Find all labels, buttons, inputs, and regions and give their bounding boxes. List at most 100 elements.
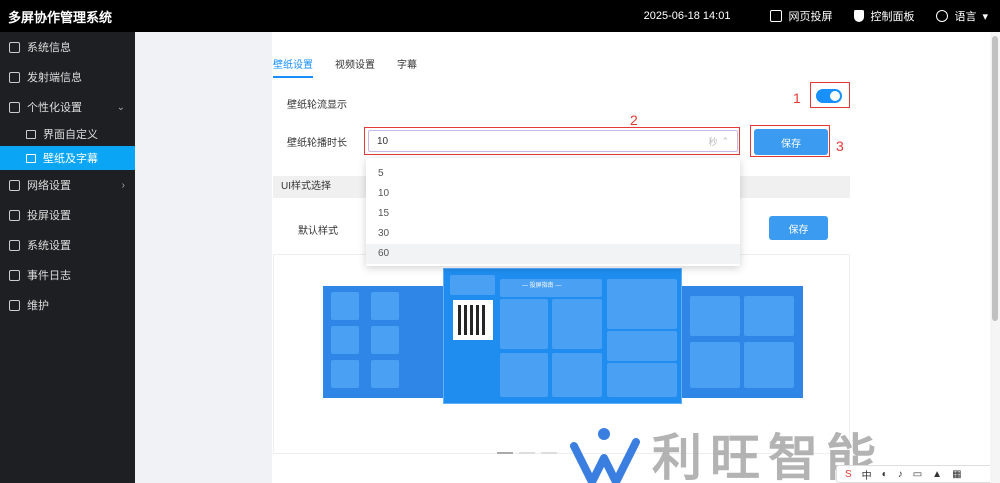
sidebar-item-system-info[interactable]: 系统信息 (0, 32, 135, 62)
style-save-button[interactable]: 保存 (769, 216, 828, 240)
preview-tile (331, 292, 359, 320)
sidebar-item-event-log[interactable]: 事件日志 (0, 260, 135, 290)
sidebar-item-label: 事件日志 (27, 270, 71, 282)
monitor-icon (9, 299, 20, 311)
preview-tile (552, 299, 602, 349)
ime-logo-icon: S (845, 468, 852, 480)
annotation-number-3: 3 (836, 138, 844, 154)
web-projection-button[interactable]: 网页投屏 (770, 8, 832, 24)
sidebar-item-network[interactable]: 网络设置 › (0, 170, 135, 200)
carousel-dots (497, 452, 557, 454)
preview-tile (331, 326, 359, 354)
brand-logo-icon (570, 428, 640, 483)
sidebar-item-label: 壁纸及字幕 (43, 153, 98, 165)
preview-tile (450, 275, 495, 295)
chevron-right-icon: › (121, 179, 125, 191)
sidebar-item-maintenance[interactable]: 维护 (0, 290, 135, 320)
image-icon (26, 153, 36, 163)
tab-video[interactable]: 视频设置 (335, 56, 375, 78)
moon-icon[interactable]: ◐ (882, 469, 888, 480)
sidebar-item-label: 系统信息 (27, 42, 71, 54)
sidebar-item-sender-info[interactable]: 发射端信息 (0, 62, 135, 92)
page-scrollbar[interactable] (990, 32, 1000, 483)
duration-dropdown: 5 10 15 30 60 (366, 158, 740, 266)
preview-tile (607, 363, 677, 397)
annotation-number-1: 1 (793, 90, 801, 106)
annotation-number-2: 2 (630, 112, 638, 128)
keyboard-icon[interactable]: ▭ (913, 469, 922, 480)
duration-label: 壁纸轮播时长 (287, 138, 347, 149)
sidebar-item-label: 网络设置 (27, 180, 71, 192)
sidebar: 系统信息 发射端信息 个性化设置 ⌄ 界面自定义 壁纸及字幕 网络设置 › 投屏… (0, 32, 135, 483)
carousel-dot[interactable] (497, 452, 513, 454)
sidebar-item-personalization[interactable]: 个性化设置 ⌄ (0, 92, 135, 122)
sidebar-subitem-wallpaper-subtitles[interactable]: 壁纸及字幕 (0, 146, 135, 170)
annotation-box-1 (810, 82, 850, 108)
control-panel-button[interactable]: 控制面板 (854, 8, 914, 24)
dropdown-option[interactable]: 15 (366, 204, 740, 224)
dropdown-option[interactable]: 30 (366, 224, 740, 244)
preview-card-right[interactable] (678, 286, 803, 398)
layout-icon (26, 129, 36, 139)
preview-tile (690, 296, 740, 336)
sidebar-item-label: 投屏设置 (27, 210, 71, 222)
scrollbar-thumb[interactable] (992, 36, 998, 321)
preview-tile (371, 326, 399, 354)
preview-tile (607, 331, 677, 361)
send-icon (9, 71, 20, 83)
sidebar-item-label: 系统设置 (27, 240, 71, 252)
annotation-box-3 (750, 125, 830, 157)
sidebar-item-system-settings[interactable]: 系统设置 (0, 230, 135, 260)
sidebar-item-label: 界面自定义 (43, 129, 98, 141)
web-projection-label: 网页投屏 (788, 11, 833, 23)
datetime: 2025-06-18 14:01 (643, 10, 731, 22)
ime-mode[interactable]: 中 (862, 467, 872, 482)
qr-code (453, 300, 493, 340)
dropdown-option[interactable]: 5 (366, 164, 740, 184)
preview-tile (607, 279, 677, 329)
carousel-dot[interactable] (519, 452, 535, 454)
ime-toolbar: S 中 ◐ ♪ ▭ ▲ ▦ (836, 465, 994, 483)
settings-tabs: 壁纸设置 视频设置 字幕 (273, 56, 417, 78)
preview-guide-title: — 投屏指南 — (522, 283, 562, 289)
dropdown-option[interactable]: 60 (366, 244, 740, 264)
gear-icon (9, 239, 20, 251)
sidebar-subitem-ui-custom[interactable]: 界面自定义 (0, 122, 135, 146)
carousel-dot[interactable] (541, 452, 557, 454)
annotation-box-2 (364, 127, 740, 155)
apps-icon[interactable]: ▦ (952, 469, 961, 480)
preview-tile (331, 360, 359, 388)
projection-icon (770, 10, 783, 22)
language-dropdown[interactable]: 语言 ▾ (936, 8, 988, 24)
style-label: 默认样式 (298, 226, 338, 237)
preview-tile (371, 360, 399, 388)
shirt-icon[interactable]: ▲ (932, 469, 942, 480)
preview-tile (371, 292, 399, 320)
network-icon (9, 179, 20, 191)
preview-tile (744, 342, 794, 388)
tab-wallpaper[interactable]: 壁纸设置 (273, 56, 313, 78)
preview-tile (690, 342, 740, 388)
shield-icon (854, 10, 865, 22)
preview-tile (552, 353, 602, 397)
info-icon (9, 41, 20, 53)
sidebar-item-projection[interactable]: 投屏设置 (0, 200, 135, 230)
tools-icon (9, 101, 20, 113)
globe-icon (936, 10, 949, 22)
cast-icon (9, 209, 20, 221)
dropdown-option[interactable]: 10 (366, 184, 740, 204)
log-icon (9, 269, 20, 281)
sidebar-item-label: 维护 (27, 300, 49, 312)
chevron-down-icon: ⌄ (116, 101, 125, 113)
sidebar-item-label: 发射端信息 (27, 72, 82, 84)
preview-tile (500, 299, 548, 349)
sidebar-item-label: 个性化设置 (27, 102, 82, 114)
app-title: 多屏协作管理系统 (8, 9, 113, 25)
language-label: 语言 (954, 11, 977, 23)
preview-tile (744, 296, 794, 336)
top-bar: 多屏协作管理系统 2025-06-18 14:01 网页投屏 控制面板 语言 ▾ (0, 0, 1000, 32)
microphone-icon[interactable]: ♪ (898, 469, 903, 480)
caret-down-icon: ▾ (982, 10, 988, 23)
preview-card-left[interactable] (323, 286, 448, 398)
tab-subtitles[interactable]: 字幕 (397, 56, 417, 78)
